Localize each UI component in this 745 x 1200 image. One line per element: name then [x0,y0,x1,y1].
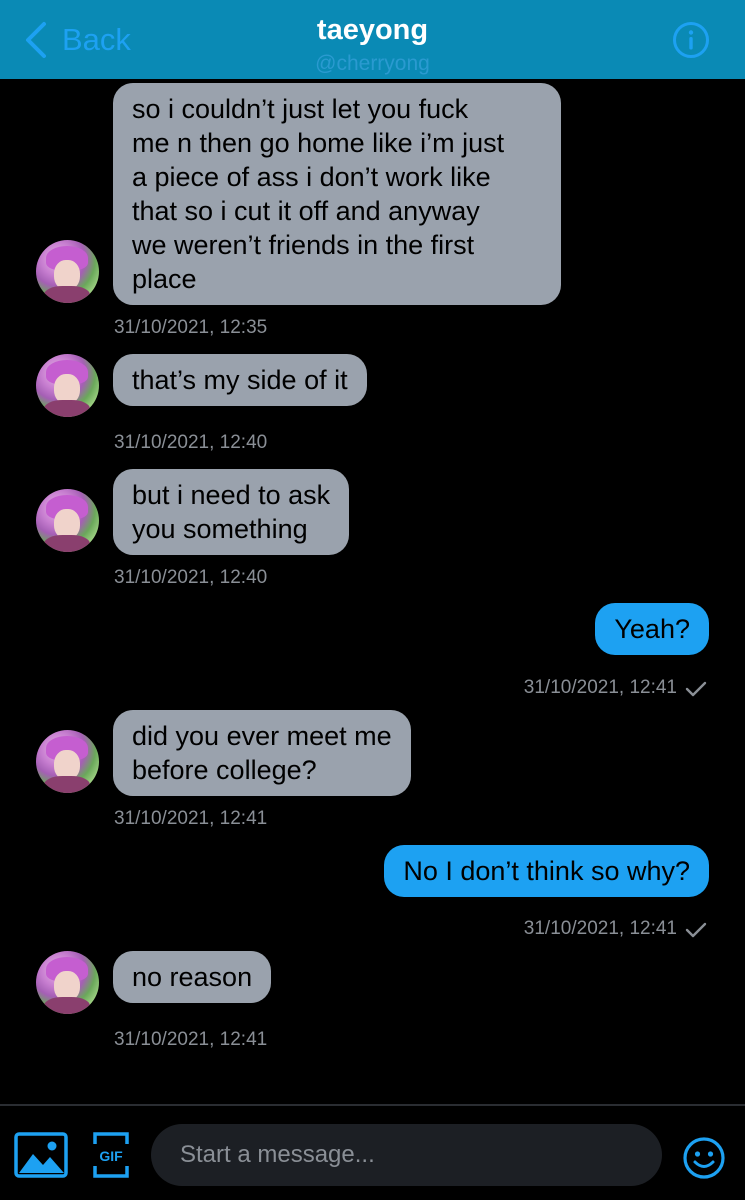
avatar[interactable] [36,951,99,1014]
avatar[interactable] [36,354,99,417]
message-timestamp: 31/10/2021, 12:40 [114,432,268,453]
message-timestamp: 31/10/2021, 12:41 [114,1029,268,1050]
message-bubble-incoming[interactable]: that’s my side of it [113,354,367,406]
checkmark-icon [685,681,707,697]
message-bubble-incoming[interactable]: no reason [113,951,272,1003]
avatar[interactable] [36,730,99,793]
avatar[interactable] [36,489,99,552]
message-timestamp: 31/10/2021, 12:41 [523,918,677,939]
message-bubble-incoming[interactable]: so i couldn’t just let you fuck me n the… [113,83,561,305]
message-timestamp: 31/10/2021, 12:35 [114,317,268,338]
message-composer: GIF [0,1104,745,1200]
message-bubble-outgoing[interactable]: No I don’t think so why? [384,845,709,897]
conversation-title: taeyong [316,14,429,46]
conversation-handle: @cherryong [315,52,430,75]
message-bubble-incoming[interactable]: but i need to ask you something [113,469,350,555]
avatar[interactable] [36,240,99,303]
message-thread[interactable]: so i couldn’t just let you fuck me n the… [0,79,745,1104]
message-bubble-outgoing[interactable]: Yeah? [595,603,709,655]
image-icon[interactable] [14,1132,68,1178]
message-timestamp: 31/10/2021, 12:41 [114,808,268,829]
message-timestamp: 31/10/2021, 12:41 [523,677,677,698]
conversation-header: Back taeyong @cherryong [0,0,745,79]
info-icon[interactable] [672,21,710,59]
gif-label: GIF [99,1148,123,1164]
message-input[interactable] [151,1124,662,1186]
checkmark-icon [685,922,707,938]
emoji-icon[interactable] [682,1136,726,1180]
gif-icon[interactable]: GIF [93,1132,129,1178]
message-timestamp: 31/10/2021, 12:40 [114,567,268,588]
message-bubble-incoming[interactable]: did you ever meet me before college? [113,710,411,796]
